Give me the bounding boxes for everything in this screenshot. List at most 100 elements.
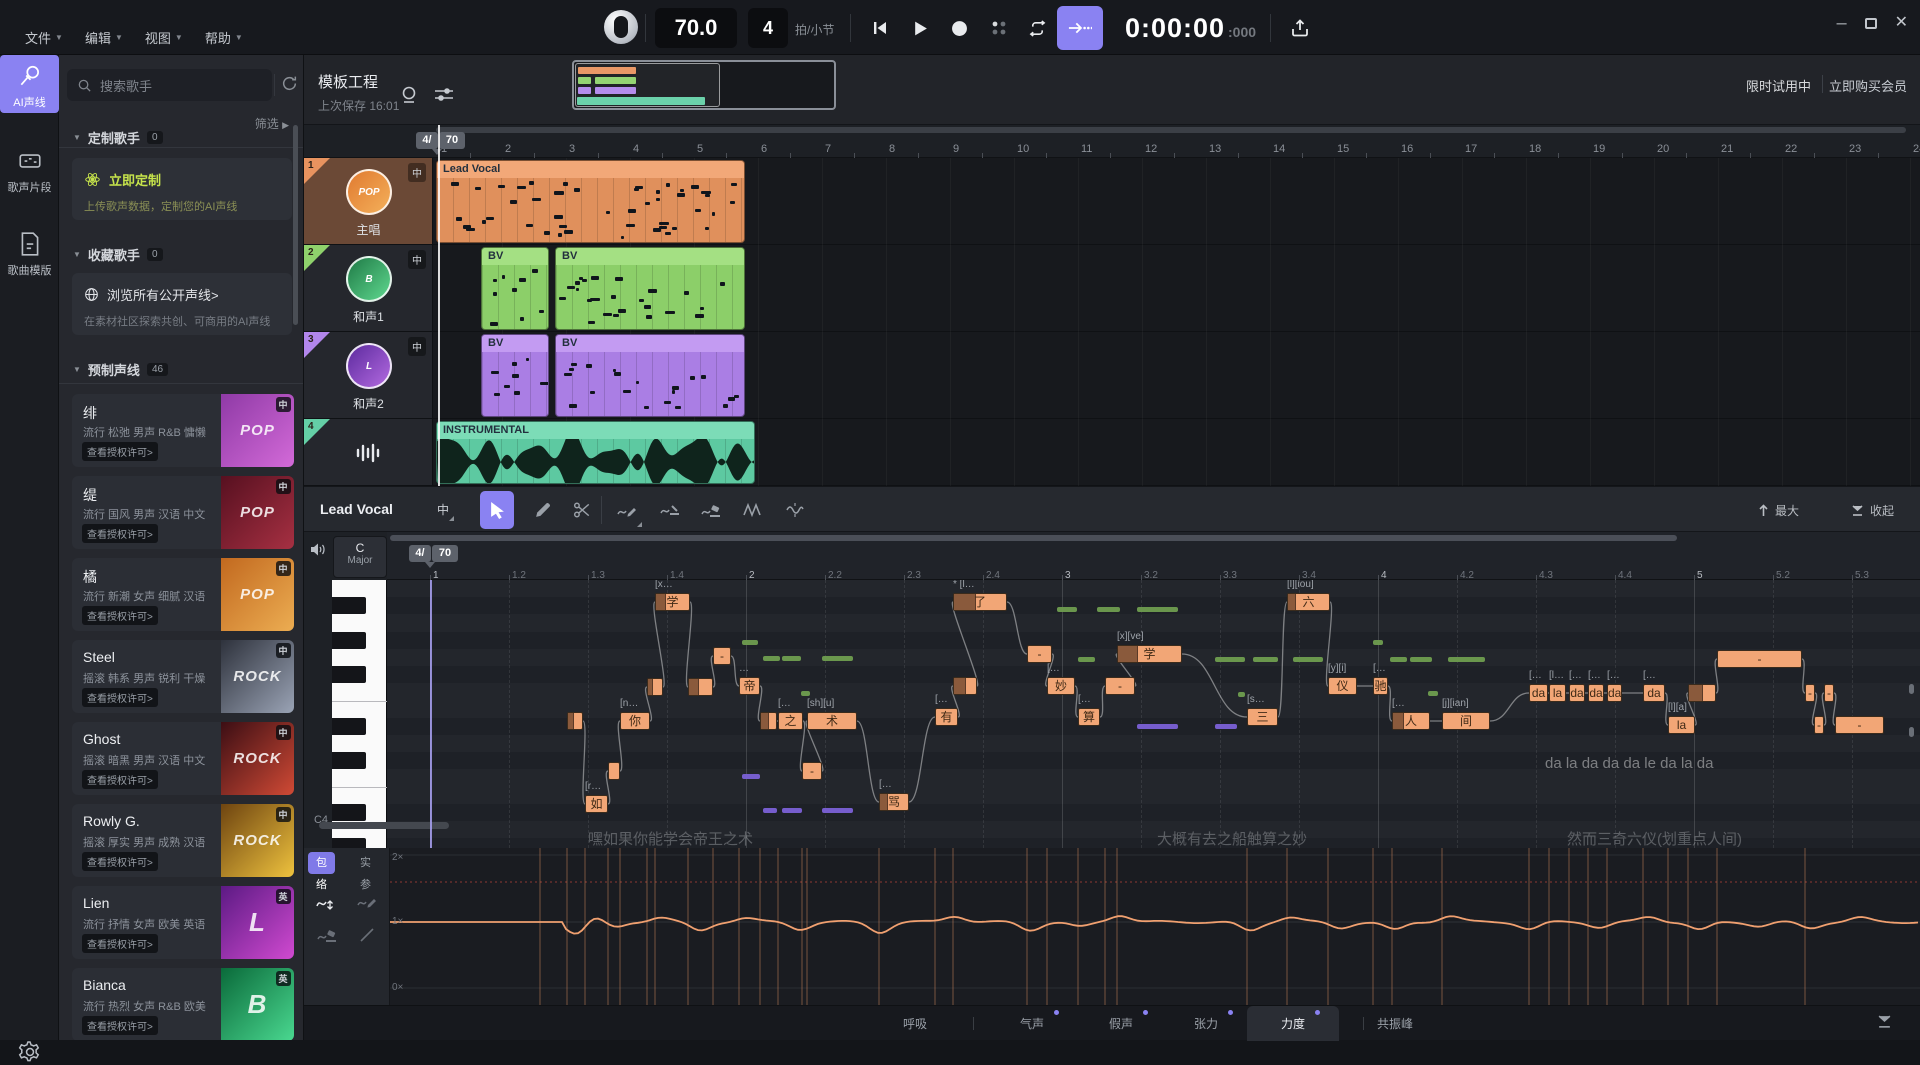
menu-2[interactable]: 编辑▼ bbox=[85, 28, 123, 47]
maximize-button[interactable] bbox=[1865, 18, 1877, 29]
editor-vscrollbar[interactable] bbox=[1909, 684, 1914, 694]
note-算[interactable]: 算 bbox=[1078, 708, 1100, 726]
voice-card-Bianca[interactable]: Bianca流行 热烈 女声 R&B 欧美查看授权许可>B英 bbox=[72, 968, 294, 1040]
note-驰[interactable]: 驰 bbox=[1373, 677, 1388, 695]
note-da[interactable]: da bbox=[1588, 684, 1604, 702]
black-key[interactable] bbox=[332, 632, 366, 649]
section-preset-voices[interactable]: ▼ 预制声线 46 bbox=[73, 360, 168, 379]
note--[interactable]: - bbox=[1835, 716, 1884, 734]
note-妙[interactable]: 妙 bbox=[1047, 677, 1075, 695]
skip-to-start-button[interactable] bbox=[865, 13, 895, 43]
export-icon[interactable] bbox=[1285, 13, 1315, 43]
license-link[interactable]: 查看授权许可> bbox=[82, 934, 158, 953]
editor-hscrollbar[interactable] bbox=[390, 535, 1677, 541]
editor-ruler[interactable]: 11.21.31.422.22.32.433.23.33.444.24.34.4… bbox=[387, 532, 1920, 580]
play-button[interactable] bbox=[905, 13, 935, 43]
editor-vscrollbar[interactable] bbox=[1909, 727, 1914, 737]
note-人[interactable]: 人 bbox=[1392, 712, 1430, 730]
note-la[interactable]: la bbox=[1549, 684, 1566, 702]
settings-gear-icon[interactable] bbox=[17, 1039, 43, 1065]
language-badge[interactable]: 中 bbox=[437, 501, 449, 518]
note-间[interactable]: 间 bbox=[1442, 712, 1490, 730]
speaker-icon[interactable] bbox=[310, 542, 326, 557]
pencil-tool[interactable] bbox=[525, 491, 559, 529]
note[interactable] bbox=[608, 762, 620, 780]
pitch-eraser-tool[interactable] bbox=[694, 491, 728, 529]
license-link[interactable]: 查看授权许可> bbox=[82, 1016, 158, 1035]
menu-3[interactable]: 视图▼ bbox=[145, 28, 183, 47]
vibrato-tool[interactable] bbox=[778, 491, 812, 529]
license-link[interactable]: 查看授权许可> bbox=[82, 524, 158, 543]
close-button[interactable]: ✕ bbox=[1895, 16, 1908, 30]
note-如[interactable]: 如 bbox=[585, 795, 608, 813]
note[interactable] bbox=[567, 712, 583, 730]
time-signature-badge[interactable]: 4/ bbox=[416, 132, 438, 149]
clip-bv[interactable]: BV bbox=[555, 247, 745, 330]
black-key[interactable] bbox=[332, 804, 366, 821]
track-avatar[interactable]: B bbox=[346, 256, 392, 302]
voice-card-Ghost[interactable]: Ghost摇滚 暗黑 男声 汉语 中文查看授权许可>ROCK中 bbox=[72, 722, 294, 795]
arrangement-hscrollbar[interactable] bbox=[436, 127, 1906, 133]
black-key[interactable] bbox=[332, 666, 366, 683]
track-avatar[interactable]: POP bbox=[346, 169, 392, 215]
scissors-tool[interactable] bbox=[565, 491, 599, 529]
license-link[interactable]: 查看授权许可> bbox=[82, 606, 158, 625]
note--[interactable]: - bbox=[1717, 650, 1802, 668]
section-favorite-singers[interactable]: ▼ 收藏歌手 0 bbox=[73, 245, 163, 264]
clip-bv[interactable]: BV bbox=[555, 334, 745, 417]
param-tab-2[interactable]: 实参 bbox=[352, 852, 379, 874]
note-之[interactable]: 之 bbox=[778, 712, 803, 730]
param-bottom-tab-共振峰[interactable]: 共振峰 bbox=[1377, 1015, 1413, 1032]
track-avatar[interactable]: L bbox=[346, 343, 392, 389]
count-in-icon[interactable] bbox=[984, 13, 1014, 43]
search-input[interactable]: 搜索歌手 bbox=[67, 69, 272, 101]
note[interactable] bbox=[760, 712, 777, 730]
tempo-badge[interactable]: 70 bbox=[439, 132, 465, 149]
editor-playhead[interactable] bbox=[430, 580, 432, 848]
note--[interactable]: - bbox=[1814, 716, 1824, 734]
note-da[interactable]: da bbox=[1607, 684, 1622, 702]
note-你[interactable]: 你 bbox=[620, 712, 650, 730]
menu-4[interactable]: 帮助▼ bbox=[205, 28, 243, 47]
note-仪[interactable]: 仪 bbox=[1328, 677, 1357, 695]
voice-card-Lien[interactable]: Lien流行 抒情 女声 欧美 英语查看授权许可>L英 bbox=[72, 886, 294, 959]
param-bottom-tab-气声[interactable]: 气声 bbox=[1020, 1015, 1044, 1032]
minimize-button[interactable]: ─ bbox=[1837, 16, 1847, 30]
rail-tab-1[interactable]: AI声线 bbox=[0, 55, 59, 113]
voice-card-绯[interactable]: 绯流行 松弛 男声 R&B 慵懒查看授权许可>POP中 bbox=[72, 394, 294, 467]
tempo-value[interactable]: 70.0 bbox=[655, 8, 737, 48]
note-da[interactable]: da bbox=[1569, 684, 1585, 702]
beats-per-bar-value[interactable]: 4 bbox=[748, 8, 788, 48]
license-link[interactable]: 查看授权许可> bbox=[82, 770, 158, 789]
note--[interactable]: - bbox=[1805, 684, 1815, 702]
black-key[interactable] bbox=[332, 718, 366, 735]
param-bottom-tab-呼吸[interactable]: 呼吸 bbox=[903, 1015, 927, 1032]
note-grid[interactable]: 如[r…你[n…学[x…-帝…之[…-术[sh][u]骂[…有[…了* [l…-… bbox=[387, 580, 1920, 848]
note-la[interactable]: la bbox=[1668, 716, 1695, 734]
key-signature-box[interactable]: C Major bbox=[333, 536, 387, 578]
record-button[interactable] bbox=[944, 13, 974, 43]
rail-tab-2[interactable]: 歌声片段 bbox=[0, 140, 59, 198]
note-术[interactable]: 术 bbox=[807, 712, 857, 730]
license-link[interactable]: 查看授权许可> bbox=[82, 688, 158, 707]
menu-1[interactable]: 文件▼ bbox=[25, 28, 63, 47]
collapse-editor-button[interactable]: 收起 bbox=[1851, 502, 1894, 519]
playhead[interactable] bbox=[438, 125, 440, 486]
section-custom-singers[interactable]: ▼ 定制歌手 0 bbox=[73, 128, 163, 147]
note-学[interactable]: 学 bbox=[655, 593, 690, 611]
minimap-viewport[interactable] bbox=[575, 63, 720, 107]
track-header-instrumental[interactable]: 4 bbox=[304, 419, 433, 485]
collapse-panel-icon[interactable] bbox=[1877, 1014, 1892, 1029]
note--[interactable]: - bbox=[713, 647, 731, 665]
note--[interactable]: - bbox=[1824, 684, 1834, 702]
piano-keyboard[interactable] bbox=[332, 580, 387, 848]
pitch-brush-tool[interactable] bbox=[653, 491, 687, 529]
clip-bv[interactable]: BV bbox=[481, 247, 549, 330]
black-key[interactable] bbox=[332, 752, 366, 769]
rail-tab-3[interactable]: 歌曲模版 bbox=[0, 223, 59, 281]
browse-public-voices-card[interactable]: 浏览所有公开声线> 在素材社区探索共创、可商用的AI声线 bbox=[72, 273, 292, 335]
voice-card-橘[interactable]: 橘流行 新潮 女声 细腻 汉语查看授权许可>POP中 bbox=[72, 558, 294, 631]
black-key[interactable] bbox=[332, 597, 366, 614]
param-bottom-tab-力度[interactable]: 力度 bbox=[1281, 1015, 1305, 1032]
maximize-editor-button[interactable]: 最大 bbox=[1758, 502, 1799, 519]
